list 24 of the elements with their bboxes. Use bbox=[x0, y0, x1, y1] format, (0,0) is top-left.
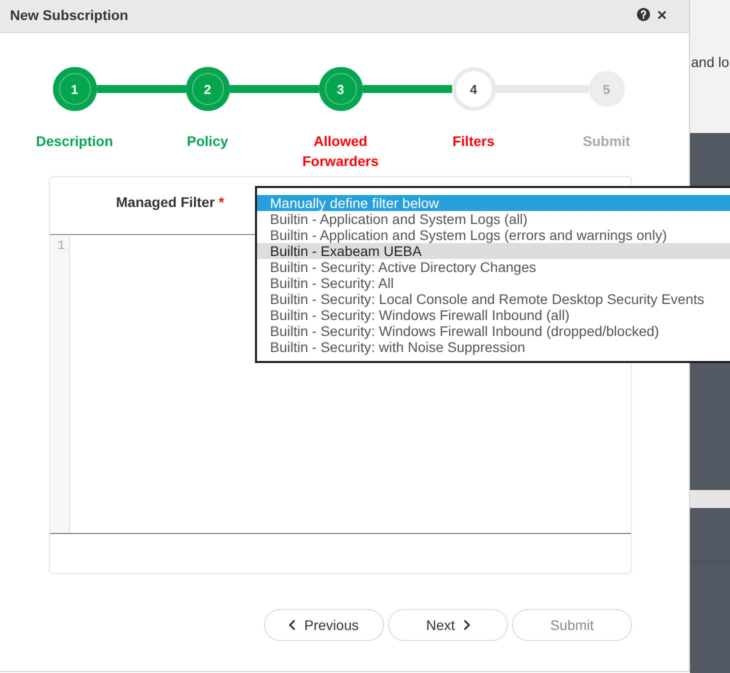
step-indicator: 4 bbox=[452, 67, 496, 111]
close-icon[interactable] bbox=[658, 10, 666, 18]
next-button[interactable]: Next bbox=[388, 609, 508, 641]
step-indicator: 2 bbox=[186, 67, 230, 111]
dropdown-option[interactable]: Builtin - Exabeam UEBA bbox=[257, 243, 730, 259]
line-number: 1 bbox=[56, 238, 65, 254]
page-text: and lo bbox=[691, 54, 730, 70]
chevron-left-icon bbox=[289, 620, 296, 630]
dialog-title: New Subscription bbox=[10, 6, 128, 22]
step-label: Policy bbox=[186, 132, 228, 151]
step-indicator: 3 bbox=[318, 67, 362, 111]
help-icon[interactable] bbox=[637, 8, 650, 21]
dropdown-option[interactable]: Builtin - Application and System Logs (all) bbox=[257, 211, 730, 227]
step-label: Description bbox=[36, 132, 113, 151]
chevron-right-icon bbox=[464, 620, 470, 630]
background-band bbox=[690, 490, 730, 508]
step-indicator: 5 bbox=[588, 71, 624, 107]
step-label: Filters bbox=[452, 132, 494, 151]
field-label: Managed Filter bbox=[116, 194, 215, 210]
required-mark: * bbox=[218, 194, 224, 210]
step-indicator: 1 bbox=[52, 67, 96, 111]
step-label: Submit bbox=[582, 132, 630, 151]
previous-button[interactable]: Previous bbox=[264, 609, 384, 641]
step-label: Allowed Forwarders bbox=[301, 132, 380, 171]
